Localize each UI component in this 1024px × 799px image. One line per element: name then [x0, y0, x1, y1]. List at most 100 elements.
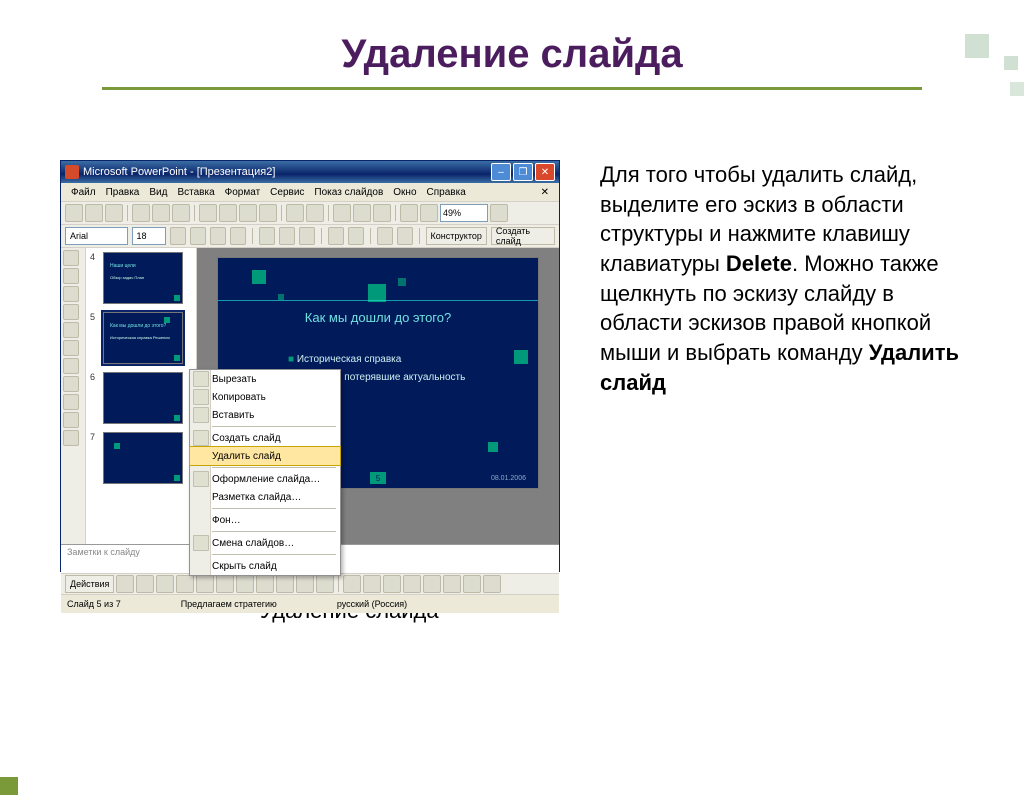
tables-borders-icon[interactable]	[400, 204, 418, 222]
increase-font-icon[interactable]	[377, 227, 393, 245]
menu-edit[interactable]: Правка	[102, 186, 144, 199]
shadow-icon[interactable]	[230, 227, 246, 245]
menu-window[interactable]: Окно	[389, 186, 420, 199]
vtool-icon[interactable]	[63, 250, 79, 266]
save-icon[interactable]	[105, 204, 123, 222]
menu-view[interactable]: Вид	[145, 186, 171, 199]
pp-titlebar: Microsoft PowerPoint - [Презентация2] – …	[61, 161, 559, 183]
thumb-row[interactable]: 5 Как мы дошли до этого? Историческая сп…	[90, 312, 192, 364]
menu-tools[interactable]: Сервис	[266, 186, 308, 199]
font-color-icon[interactable]	[383, 575, 401, 593]
context-menu-item[interactable]: Оформление слайда…	[190, 470, 340, 488]
context-menu-item[interactable]: Скрыть слайд	[190, 557, 340, 575]
oval-icon[interactable]	[216, 575, 234, 593]
bold-icon[interactable]	[170, 227, 186, 245]
textbox-icon[interactable]	[236, 575, 254, 593]
menu-format[interactable]: Формат	[221, 186, 265, 199]
menu-insert[interactable]: Вставка	[173, 186, 218, 199]
maximize-button[interactable]: ❐	[513, 163, 533, 181]
context-menu-item[interactable]: Фон…	[190, 511, 340, 529]
picture-icon[interactable]	[316, 575, 334, 593]
slide-thumbnail[interactable]: Наши цели Обзор задач План	[103, 252, 183, 304]
context-menu-item[interactable]: Разметка слайда…	[190, 488, 340, 506]
align-left-icon[interactable]	[259, 227, 275, 245]
rectangle-icon[interactable]	[196, 575, 214, 593]
new-slide-button[interactable]: Создать слайд	[491, 227, 555, 245]
designer-button[interactable]: Конструктор	[426, 227, 487, 245]
slide-thumbnail-selected[interactable]: Как мы дошли до этого? Историческая спра…	[103, 312, 183, 364]
shadow-style-icon[interactable]	[463, 575, 481, 593]
align-center-icon[interactable]	[279, 227, 295, 245]
context-menu-item[interactable]: Копировать	[190, 388, 340, 406]
menu-item-label: Вставить	[212, 410, 254, 421]
vtool-icon[interactable]	[63, 268, 79, 284]
font-size-combo[interactable]: 18	[132, 227, 167, 245]
copy-icon[interactable]	[219, 204, 237, 222]
context-menu-item[interactable]: Вырезать	[190, 370, 340, 388]
chart-icon[interactable]	[353, 204, 371, 222]
undo-icon[interactable]	[286, 204, 304, 222]
vtool-icon[interactable]	[63, 322, 79, 338]
arrow-style-icon[interactable]	[443, 575, 461, 593]
preview-icon[interactable]	[152, 204, 170, 222]
menu-help[interactable]: Справка	[423, 186, 470, 199]
menu-slideshow[interactable]: Показ слайдов	[310, 186, 387, 199]
print-icon[interactable]	[132, 204, 150, 222]
context-menu-item[interactable]: Удалить слайд	[190, 447, 340, 465]
underline-icon[interactable]	[210, 227, 226, 245]
italic-icon[interactable]	[190, 227, 206, 245]
vtool-icon[interactable]	[63, 412, 79, 428]
context-menu-item[interactable]: Смена слайдов…	[190, 534, 340, 552]
vtool-icon[interactable]	[63, 286, 79, 302]
thumb-row[interactable]: 6	[90, 372, 192, 424]
vtool-icon[interactable]	[63, 376, 79, 392]
paste-icon[interactable]	[239, 204, 257, 222]
table-icon[interactable]	[333, 204, 351, 222]
diagram-icon[interactable]	[276, 575, 294, 593]
new-icon[interactable]	[65, 204, 83, 222]
redo-icon[interactable]	[306, 204, 324, 222]
align-right-icon[interactable]	[299, 227, 315, 245]
select-icon[interactable]	[116, 575, 134, 593]
hyperlink-icon[interactable]	[373, 204, 391, 222]
spellcheck-icon[interactable]	[172, 204, 190, 222]
powerpoint-icon	[65, 165, 79, 179]
zoom-combo[interactable]: 49%	[440, 204, 488, 222]
autoshapes-icon[interactable]	[136, 575, 154, 593]
line-icon[interactable]	[156, 575, 174, 593]
dash-style-icon[interactable]	[423, 575, 441, 593]
clipart-icon[interactable]	[296, 575, 314, 593]
font-name-combo[interactable]: Arial	[65, 227, 128, 245]
bullets-icon[interactable]	[328, 227, 344, 245]
help-icon[interactable]	[490, 204, 508, 222]
context-menu-item[interactable]: Вставить	[190, 406, 340, 424]
wordart-icon[interactable]	[256, 575, 274, 593]
fill-color-icon[interactable]	[343, 575, 361, 593]
cut-icon[interactable]	[199, 204, 217, 222]
zoom-out-icon[interactable]	[420, 204, 438, 222]
slide-thumbnail[interactable]	[103, 432, 183, 484]
menu-item-icon	[193, 407, 209, 423]
thumb-row[interactable]: 4 Наши цели Обзор задач План	[90, 252, 192, 304]
decrease-font-icon[interactable]	[397, 227, 413, 245]
3d-style-icon[interactable]	[483, 575, 501, 593]
line-color-icon[interactable]	[363, 575, 381, 593]
thumb-row[interactable]: 7	[90, 432, 192, 484]
vtool-icon[interactable]	[63, 304, 79, 320]
doc-close-button[interactable]: ✕	[537, 186, 553, 199]
vtool-icon[interactable]	[63, 358, 79, 374]
actions-button[interactable]: Действия	[65, 575, 114, 593]
minimize-button[interactable]: –	[491, 163, 511, 181]
context-menu-item[interactable]: Создать слайд	[190, 429, 340, 447]
format-painter-icon[interactable]	[259, 204, 277, 222]
arrow-icon[interactable]	[176, 575, 194, 593]
vtool-icon[interactable]	[63, 394, 79, 410]
slide-thumbnail[interactable]	[103, 372, 183, 424]
open-icon[interactable]	[85, 204, 103, 222]
vtool-icon[interactable]	[63, 340, 79, 356]
close-button[interactable]: ✕	[535, 163, 555, 181]
menu-file[interactable]: Файл	[67, 186, 100, 199]
line-style-icon[interactable]	[403, 575, 421, 593]
vtool-icon[interactable]	[63, 430, 79, 446]
numbering-icon[interactable]	[348, 227, 364, 245]
